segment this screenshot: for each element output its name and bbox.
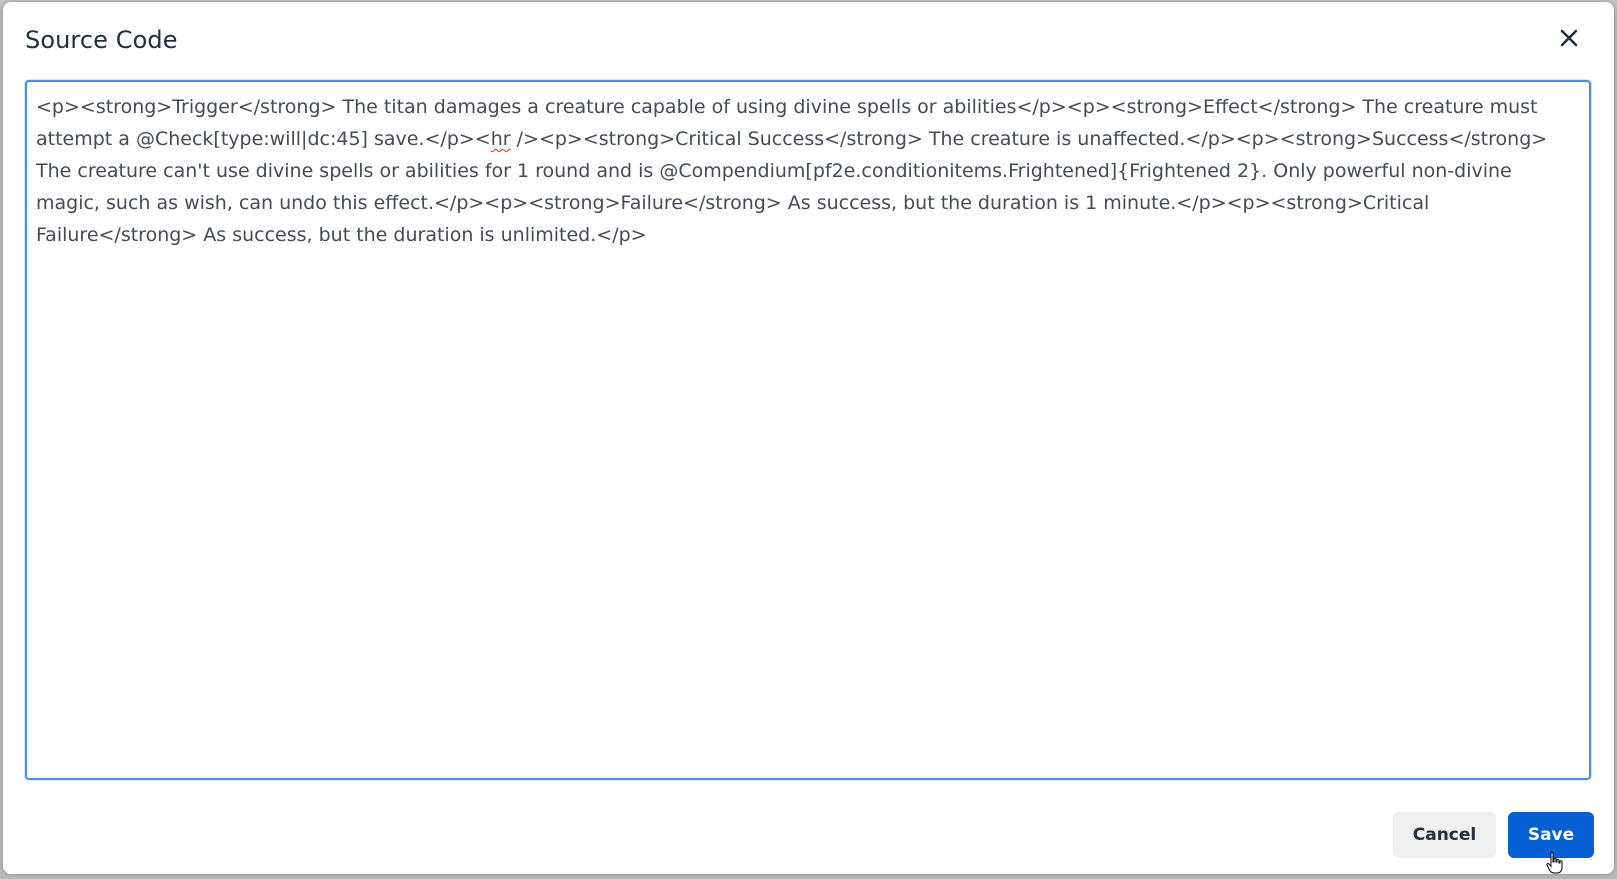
dialog-header: Source Code: [25, 22, 1594, 58]
close-icon: [1560, 29, 1578, 51]
dialog-title: Source Code: [25, 26, 178, 54]
dialog-footer: Cancel Save: [1393, 812, 1594, 858]
source-code-dialog: Source Code <p><strong>Trigger</strong> …: [3, 2, 1614, 874]
cancel-button[interactable]: Cancel: [1393, 812, 1496, 858]
spellcheck-underlined-word: hr: [490, 128, 511, 150]
close-button[interactable]: [1552, 23, 1586, 57]
source-code-textarea[interactable]: <p><strong>Trigger</strong> The titan da…: [25, 80, 1591, 780]
save-button[interactable]: Save: [1508, 812, 1594, 858]
